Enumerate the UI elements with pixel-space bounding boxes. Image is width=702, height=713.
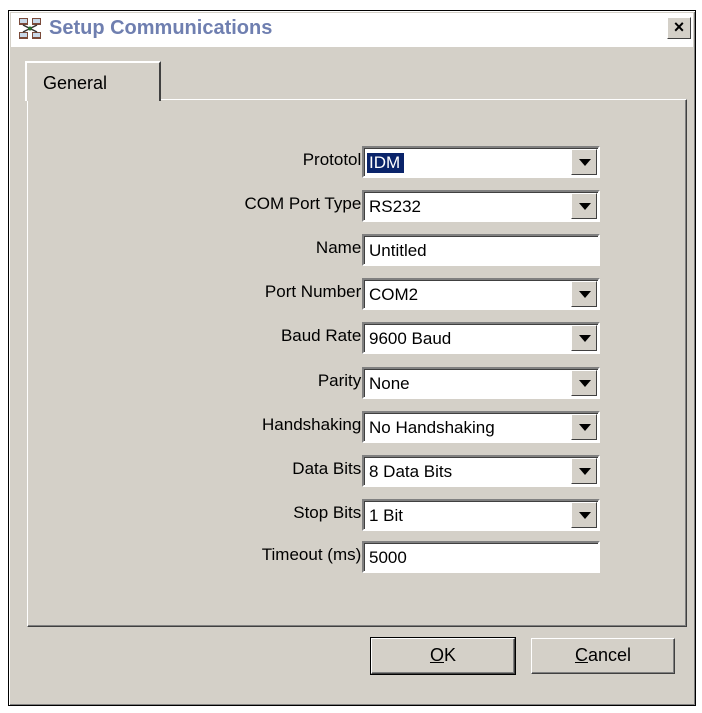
chevron-down-icon (579, 424, 591, 431)
chevron-down-icon (579, 291, 591, 298)
baud-rate-dropdown-button[interactable] (571, 325, 597, 351)
stop-bits-label: Stop Bits: (293, 503, 366, 522)
close-button[interactable]: × (667, 17, 691, 39)
protocol-label: Prototol: (302, 150, 366, 169)
setup-communications-dialog: Setup Communications × General Prototol:… (8, 10, 696, 706)
ok-button[interactable]: OK (370, 637, 516, 675)
handshaking-label: Handshaking: (262, 415, 366, 434)
handshaking-value: No Handshaking (369, 418, 495, 437)
data-bits-dropdown-button[interactable] (571, 458, 597, 484)
chevron-down-icon (579, 512, 591, 519)
timeout-value: 5000 (369, 548, 407, 567)
baud-rate-row: Baud Rate: 9600 Baud (28, 322, 688, 354)
name-value: Untitled (369, 241, 427, 260)
stop-bits-row: Stop Bits: 1 Bit (28, 499, 688, 531)
tab-general[interactable]: General (25, 61, 161, 101)
handshaking-dropdown-button[interactable] (571, 414, 597, 440)
general-tab-panel: Prototol: IDM COM Port Type: RS232 Name:… (27, 99, 687, 627)
cancel-label-rest: ancel (587, 645, 632, 665)
com-port-type-dropdown-button[interactable] (571, 193, 597, 219)
stop-bits-dropdown[interactable]: 1 Bit (362, 499, 600, 531)
timeout-label: Timeout (ms): (261, 545, 366, 564)
parity-dropdown-button[interactable] (571, 370, 597, 396)
com-port-type-label: COM Port Type: (244, 194, 366, 213)
port-number-dropdown-button[interactable] (571, 281, 597, 307)
chevron-down-icon (579, 468, 591, 475)
ok-mnemonic: O (429, 645, 444, 665)
baud-rate-value: 9600 Baud (369, 329, 452, 348)
name-input[interactable]: Untitled (362, 234, 600, 266)
data-bits-label: Data Bits: (292, 459, 366, 478)
protocol-value: IDM (365, 152, 406, 174)
data-bits-dropdown[interactable]: 8 Data Bits (362, 455, 600, 487)
timeout-input[interactable]: 5000 (362, 541, 600, 573)
port-number-row: Port Number: COM2 (28, 278, 688, 310)
parity-row: Parity: None (28, 367, 688, 399)
port-number-dropdown[interactable]: COM2 (362, 278, 600, 310)
com-port-type-dropdown[interactable]: RS232 (362, 190, 600, 222)
chevron-down-icon (579, 159, 591, 166)
chevron-down-icon (579, 335, 591, 342)
title-bar[interactable]: Setup Communications × (11, 13, 693, 47)
baud-rate-label: Baud Rate: (280, 326, 366, 345)
timeout-row: Timeout (ms): 5000 (28, 541, 688, 573)
ok-label-rest: K (444, 645, 457, 665)
com-port-type-row: COM Port Type: RS232 (28, 190, 688, 222)
network-computers-icon (17, 16, 44, 43)
cancel-mnemonic: C (574, 645, 588, 665)
data-bits-value: 8 Data Bits (369, 462, 453, 481)
parity-value: None (369, 374, 410, 393)
name-label: Name: (315, 238, 366, 257)
name-row: Name: Untitled (28, 234, 688, 266)
handshaking-dropdown[interactable]: No Handshaking (362, 411, 600, 443)
parity-dropdown[interactable]: None (362, 367, 600, 399)
protocol-dropdown-button[interactable] (571, 149, 597, 175)
stop-bits-dropdown-button[interactable] (571, 502, 597, 528)
chevron-down-icon (579, 380, 591, 387)
parity-label: Parity: (317, 371, 366, 390)
cancel-button[interactable]: Cancel (531, 638, 675, 674)
protocol-dropdown[interactable]: IDM (362, 146, 600, 178)
chevron-down-icon (579, 203, 591, 210)
port-number-value: COM2 (369, 285, 419, 304)
stop-bits-value: 1 Bit (369, 506, 404, 525)
port-number-label: Port Number: (264, 282, 366, 301)
com-port-type-value: RS232 (369, 197, 421, 216)
baud-rate-dropdown[interactable]: 9600 Baud (362, 322, 600, 354)
window-title: Setup Communications (49, 17, 273, 39)
protocol-row: Prototol: IDM (28, 146, 688, 178)
handshaking-row: Handshaking: No Handshaking (28, 411, 688, 443)
data-bits-row: Data Bits: 8 Data Bits (28, 455, 688, 487)
